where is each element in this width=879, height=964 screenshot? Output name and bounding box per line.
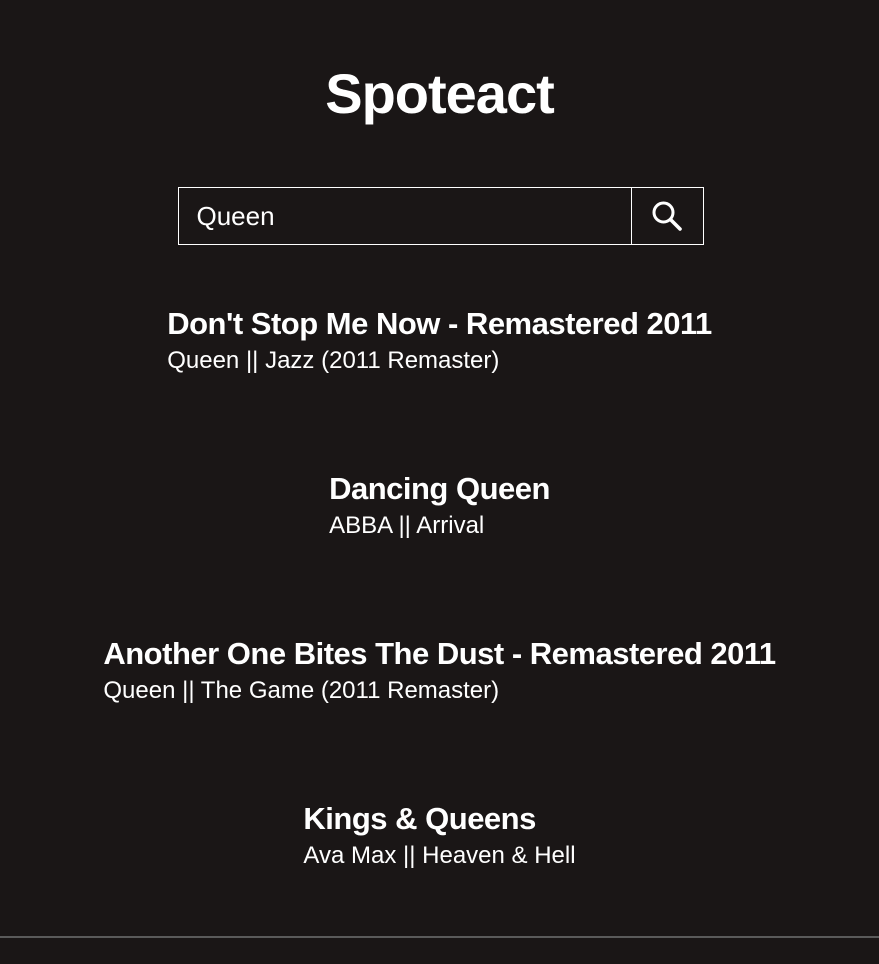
result-subtitle: Ava Max || Heaven & Hell xyxy=(303,842,576,869)
result-item[interactable]: Dancing Queen ABBA || Arrival xyxy=(329,469,550,634)
search-input[interactable] xyxy=(177,187,631,245)
result-title: Kings & Queens xyxy=(303,801,536,836)
results-list: Don't Stop Me Now - Remastered 2011 Quee… xyxy=(0,304,879,964)
result-subtitle: Queen || The Game (2011 Remaster) xyxy=(103,677,500,704)
app-container: Spoteact Don't Stop Me Now - Remastered … xyxy=(0,0,879,964)
result-title: Dancing Queen xyxy=(329,471,550,506)
search-button[interactable] xyxy=(630,187,704,245)
result-subtitle: ABBA || Arrival xyxy=(329,512,485,539)
app-title: Spoteact xyxy=(325,62,554,125)
search-bar xyxy=(177,187,704,245)
result-item[interactable]: Kings & Queens Ava Max || Heaven & Hell xyxy=(303,799,575,964)
result-item[interactable]: Another One Bites The Dust - Remastered … xyxy=(103,634,776,799)
search-icon xyxy=(652,201,682,231)
result-item[interactable]: Don't Stop Me Now - Remastered 2011 Quee… xyxy=(167,304,712,469)
result-subtitle: Queen || Jazz (2011 Remaster) xyxy=(167,347,500,374)
result-title: Another One Bites The Dust - Remastered … xyxy=(103,636,776,671)
result-title: Don't Stop Me Now - Remastered 2011 xyxy=(167,306,712,341)
